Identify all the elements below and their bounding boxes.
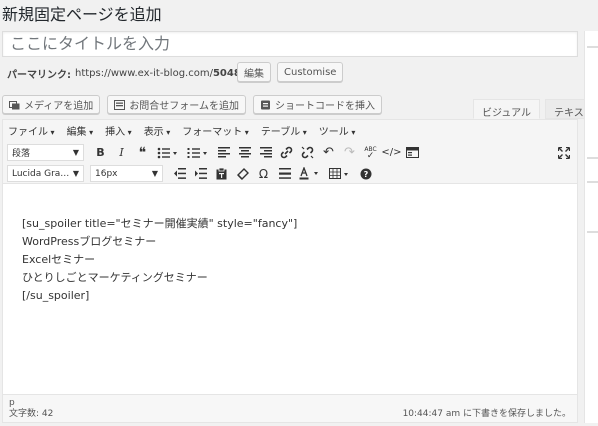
editor-statusbar: p 文字数: 42 10:44:47 am に下書きを保存しました。 <box>3 394 577 422</box>
add-form-label: お問合せフォームを追加 <box>129 101 240 112</box>
code-icon[interactable]: </> <box>381 143 402 162</box>
add-media-button[interactable]: メディアを追加 <box>2 95 101 114</box>
title-input[interactable]: ここにタイトルを入力 <box>2 31 578 57</box>
chevron-down-icon: ▼ <box>72 169 79 178</box>
font-family-select-value: Lucida Gra… <box>12 168 70 179</box>
content-line: [su_spoiler title="セミナー開催実績" style="fanc… <box>22 217 298 230</box>
menu-file[interactable]: ファイル <box>8 123 55 138</box>
page-title: 新規固定ページを追加 <box>2 5 162 24</box>
content-line: WordPressブログセミナー <box>22 235 157 248</box>
clear-formatting-icon[interactable] <box>232 164 253 183</box>
tab-visual[interactable]: ビジュアル <box>473 99 540 119</box>
table-icon[interactable] <box>325 164 355 183</box>
insert-shortcode-button[interactable]: ショートコードを挿入 <box>253 95 383 114</box>
editor-menubar: ファイル 編集 挿入 表示 フォーマット テーブル ツール <box>8 123 355 138</box>
bullet-list-icon[interactable] <box>153 143 183 162</box>
form-icon <box>114 99 126 110</box>
format-select[interactable]: 段落 ▼ <box>7 144 84 161</box>
text-color-icon[interactable] <box>295 164 325 183</box>
content-line: Excelセミナー <box>22 253 96 266</box>
word-count: 文字数: 42 <box>9 409 54 419</box>
autosave-status: 10:44:47 am に下書きを保存しました。 <box>402 409 571 419</box>
font-size-select[interactable]: 16px ▼ <box>90 165 163 182</box>
spellcheck-icon[interactable]: ABC ✓ <box>360 143 381 162</box>
indent-icon[interactable] <box>190 164 211 183</box>
horizontal-line-icon[interactable] <box>274 164 295 183</box>
align-center-icon[interactable] <box>234 143 255 162</box>
align-right-icon[interactable] <box>255 143 276 162</box>
align-left-icon[interactable] <box>213 143 234 162</box>
menu-table[interactable]: テーブル <box>261 123 307 138</box>
media-icon <box>9 100 20 110</box>
customise-button[interactable]: Customise <box>277 62 344 82</box>
format-select-value: 段落 <box>12 149 31 159</box>
insert-shortcode-label: ショートコードを挿入 <box>275 101 376 112</box>
font-size-select-value: 16px <box>95 168 118 179</box>
editor: ファイル 編集 挿入 表示 フォーマット テーブル ツール 段落 ▼ B I ❝ <box>2 119 578 423</box>
menu-edit[interactable]: 編集 <box>67 123 94 138</box>
toolbar-toggle-icon[interactable] <box>402 143 423 162</box>
link-icon[interactable] <box>276 143 297 162</box>
content-line: ひとりしごとマーケティングセミナー <box>22 271 208 284</box>
bold-icon[interactable]: B <box>90 143 111 162</box>
font-family-select[interactable]: Lucida Gra… ▼ <box>7 165 84 182</box>
redo-icon[interactable]: ↷ <box>339 143 360 162</box>
undo-icon[interactable]: ↶ <box>318 143 339 162</box>
paste-as-text-icon[interactable] <box>211 164 232 183</box>
outdent-icon[interactable] <box>169 164 190 183</box>
menu-view[interactable]: 表示 <box>144 123 171 138</box>
numbered-list-icon[interactable] <box>183 143 213 162</box>
add-contact-form-button[interactable]: お問合せフォームを追加 <box>107 95 247 114</box>
menu-format[interactable]: フォーマット <box>182 123 249 138</box>
svg-text:?: ? <box>363 170 368 179</box>
italic-icon[interactable]: I <box>111 143 132 162</box>
permalink: パーマリンク: https://www.ex-it-blog.com/ 5048… <box>7 66 262 81</box>
permalink-label: パーマリンク: <box>7 70 71 81</box>
blockquote-icon[interactable]: ❝ <box>132 143 153 162</box>
chevron-down-icon: ▼ <box>72 148 79 157</box>
help-icon[interactable]: ? <box>355 164 376 183</box>
add-media-label: メディアを追加 <box>24 101 94 112</box>
edit-permalink-button[interactable]: 編集 <box>237 62 271 82</box>
menu-insert[interactable]: 挿入 <box>105 123 132 138</box>
shortcode-icon <box>260 100 271 110</box>
sidebar-edge <box>584 31 598 423</box>
unlink-icon[interactable] <box>297 143 318 162</box>
chevron-down-icon: ▼ <box>151 169 158 178</box>
editor-content[interactable]: [su_spoiler title="セミナー開催実績" style="fanc… <box>22 215 297 305</box>
content-line: [/su_spoiler] <box>22 289 90 302</box>
menu-tools[interactable]: ツール <box>319 123 356 138</box>
special-character-icon[interactable]: Ω <box>253 164 274 183</box>
permalink-base-url[interactable]: https://www.ex-it-blog.com/ <box>75 68 213 79</box>
editor-toolbar: ファイル 編集 挿入 表示 フォーマット テーブル ツール 段落 ▼ B I ❝ <box>3 120 577 184</box>
fullscreen-icon[interactable] <box>553 143 574 162</box>
